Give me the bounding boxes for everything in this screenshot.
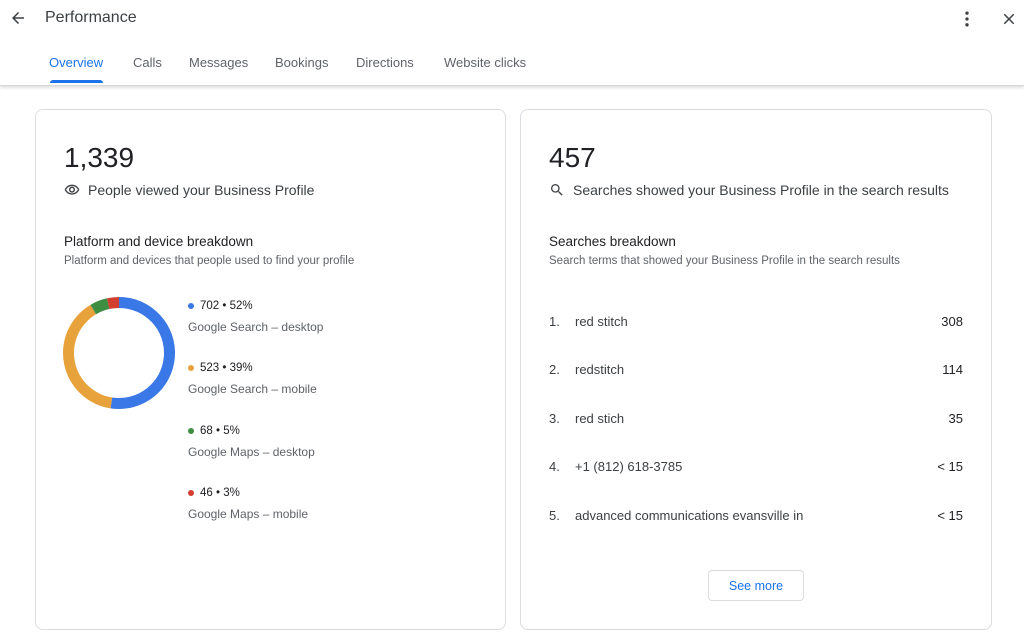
- legend-label: Google Search – desktop: [188, 320, 324, 334]
- legend-label: Google Maps – mobile: [188, 507, 309, 521]
- donut-slice-1[interactable]: [110, 297, 176, 409]
- legend-value-row: 46 • 3%: [188, 487, 308, 499]
- searches-description-text: Searches showed your Business Profile in…: [573, 182, 949, 198]
- searches-card: 457 Searches showed your Business Profil…: [520, 109, 992, 630]
- tab-directions[interactable]: Directions: [356, 55, 414, 70]
- search-term-count: < 15: [937, 508, 963, 523]
- views-total: 1,339: [64, 142, 135, 173]
- searches-total: 457: [549, 142, 596, 173]
- donut-slice-2[interactable]: [63, 304, 113, 409]
- searches-description: Searches showed your Business Profile in…: [549, 182, 949, 198]
- search-term-rank: 4.: [549, 459, 560, 474]
- search-term-row: 5. advanced communications evansville in…: [549, 508, 963, 523]
- search-term-text: redstitch: [575, 362, 625, 377]
- legend-value-row: 523 • 39%: [188, 362, 317, 374]
- legend-color-dot: [188, 490, 194, 496]
- search-term-row: 2. redstitch 114: [549, 362, 963, 377]
- legend-value-row: 68 • 5%: [188, 425, 315, 437]
- more-vert-icon: [965, 11, 969, 27]
- legend-item: 68 • 5% Google Maps – desktop: [188, 425, 315, 459]
- close-button[interactable]: [997, 7, 1021, 31]
- tab-overview[interactable]: Overview: [49, 55, 103, 70]
- back-button[interactable]: [6, 6, 30, 30]
- search-term-row: 3. red stich 35: [549, 411, 963, 426]
- views-description: People viewed your Business Profile: [64, 182, 314, 198]
- eye-icon: [64, 182, 80, 198]
- legend-item: 702 • 52% Google Search – desktop: [188, 300, 323, 334]
- searches-breakdown-title: Searches breakdown: [549, 234, 676, 249]
- legend-value: 68 • 5%: [200, 425, 240, 437]
- search-term-row: 1. red stitch 308: [549, 314, 963, 329]
- legend-color-dot: [188, 428, 194, 434]
- more-options-button[interactable]: [955, 7, 979, 31]
- app-header: Performance Overview Calls Messages Book…: [0, 0, 1024, 86]
- search-term-count: 114: [942, 362, 963, 377]
- legend-item: 46 • 3% Google Maps – mobile: [188, 487, 308, 521]
- search-icon: [549, 182, 565, 198]
- tab-messages[interactable]: Messages: [189, 55, 248, 70]
- search-term-row: 4. +1 (812) 618-3785 < 15: [549, 459, 963, 474]
- search-term-rank: 2.: [549, 362, 560, 377]
- tab-bookings[interactable]: Bookings: [275, 55, 328, 70]
- legend-label: Google Search – mobile: [188, 382, 317, 396]
- platform-breakdown-title: Platform and device breakdown: [64, 234, 254, 249]
- legend-value: 523 • 39%: [200, 362, 253, 374]
- searches-breakdown-subtitle: Search terms that showed your Business P…: [549, 255, 900, 267]
- tab-website-clicks[interactable]: Website clicks: [444, 55, 526, 70]
- page-title: Performance: [45, 9, 137, 26]
- platform-breakdown-subtitle: Platform and devices that people used to…: [64, 255, 355, 267]
- search-term-text: red stich: [575, 411, 625, 426]
- legend-value: 46 • 3%: [200, 487, 240, 499]
- search-term-count: 35: [948, 411, 963, 426]
- search-term-text: red stitch: [575, 314, 628, 329]
- arrow-left-icon: [12, 12, 24, 24]
- tab-calls[interactable]: Calls: [133, 55, 162, 70]
- search-term-rank: 5.: [549, 508, 560, 523]
- legend-item: 523 • 39% Google Search – mobile: [188, 362, 317, 396]
- close-icon: [1003, 13, 1015, 25]
- platform-donut-chart: [63, 297, 176, 409]
- search-term-text: +1 (812) 618-3785: [575, 459, 683, 474]
- legend-value: 702 • 52%: [200, 300, 253, 312]
- active-tab-indicator: [50, 80, 103, 83]
- search-term-rank: 3.: [549, 411, 560, 426]
- views-description-text: People viewed your Business Profile: [88, 182, 315, 198]
- see-more-button[interactable]: See more: [708, 570, 804, 601]
- legend-value-row: 702 • 52%: [188, 300, 323, 312]
- search-term-text: advanced communications evansville in: [575, 508, 804, 523]
- views-card: 1,339 People viewed your Business Profil…: [35, 109, 506, 630]
- legend-label: Google Maps – desktop: [188, 445, 315, 459]
- tab-bar: Overview Calls Messages Bookings Directi…: [0, 48, 1024, 86]
- legend-color-dot: [188, 365, 194, 371]
- search-term-rank: 1.: [549, 314, 560, 329]
- search-term-count: 308: [941, 314, 963, 329]
- legend-color-dot: [188, 303, 194, 309]
- search-term-count: < 15: [937, 459, 963, 474]
